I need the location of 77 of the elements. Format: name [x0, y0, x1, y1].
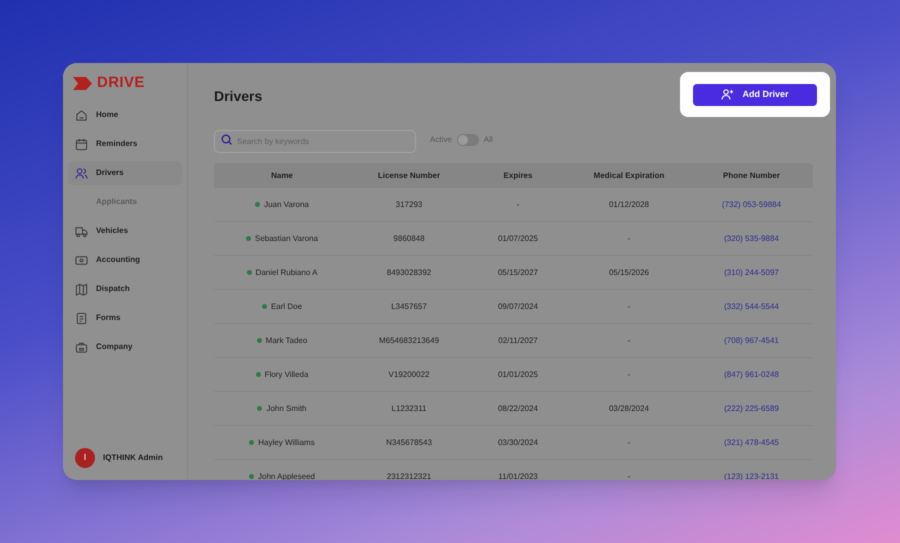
filter-label: All: [484, 134, 493, 146]
table-cell: 2312312321: [386, 470, 432, 480]
user-name: IQTHINK Admin: [103, 452, 163, 464]
table-cell: 05/15/2027: [498, 266, 538, 278]
table-cell: L1232311: [392, 402, 426, 414]
table-cell: -: [628, 232, 630, 244]
table-cell: -: [628, 368, 630, 380]
table-cell: 9860848: [393, 232, 425, 244]
table-cell: Earl Doe: [270, 300, 302, 312]
map-icon: [75, 282, 88, 296]
table-cell: John Appleseed: [258, 470, 315, 480]
calendar-icon: [75, 138, 88, 150]
table-cell: -: [628, 334, 630, 346]
page-title: Drivers: [214, 87, 262, 106]
table-cell: V19200022: [388, 368, 430, 380]
table-cell: 08/22/2024: [498, 402, 538, 414]
table-cell: N345678543: [386, 436, 432, 448]
add-driver-button[interactable]: Add Driver: [693, 84, 817, 106]
table-cell: 11/01/2023: [498, 470, 538, 480]
toggle-switch[interactable]: [456, 134, 479, 146]
table-cell: 02/11/2027: [498, 334, 538, 346]
table-cell: M654683213649: [378, 334, 440, 346]
filter-label: Active: [430, 134, 452, 146]
sidebar-item[interactable]: Vehicles: [68, 219, 182, 243]
table-cell: 317293: [396, 198, 422, 210]
phone-link[interactable]: (310) 244-5097: [724, 266, 779, 278]
phone-link[interactable]: (708) 967-4541: [724, 334, 779, 346]
user-avatar[interactable]: I: [75, 448, 95, 468]
table-cell: Hayley Williams: [258, 436, 315, 448]
table-cell: 8493028392: [386, 266, 432, 278]
table-cell: 01/07/2025: [498, 232, 538, 244]
table-cell: John Smith: [266, 402, 307, 414]
table-cell: 09/07/2024: [498, 300, 538, 312]
banknote-icon: [75, 254, 88, 266]
phone-link[interactable]: (222) 225-6589: [724, 402, 779, 414]
table-cell: 03/30/2024: [498, 436, 538, 448]
table-cell: 01/12/2028: [608, 198, 650, 210]
sidebar-item[interactable]: Dispatch: [68, 277, 182, 301]
column-header: Medical Expiration: [592, 170, 666, 182]
logo-text: DRIVE: [97, 73, 145, 94]
phone-link[interactable]: (123) 123-2131: [724, 470, 779, 480]
sidebar-item[interactable]: Accounting: [68, 248, 182, 272]
table-cell: 05/15/2026: [608, 266, 650, 278]
briefcase-icon: [75, 340, 88, 354]
home-icon: [75, 108, 88, 122]
sidebar-item[interactable]: Reminders: [68, 132, 182, 156]
sidebar-item[interactable]: Forms: [68, 306, 182, 330]
sidebar-item[interactable]: Drivers: [68, 161, 182, 185]
table-cell: Daniel Rubiano A: [256, 266, 318, 278]
sidebar-item[interactable]: Home: [68, 103, 182, 127]
add-user-icon: [721, 89, 734, 100]
phone-link[interactable]: (847) 961-0248: [724, 368, 779, 380]
phone-link[interactable]: (320) 535-9884: [724, 232, 779, 244]
table-cell: Flory Villeda: [264, 368, 308, 380]
column-header: Phone Number: [722, 170, 781, 182]
column-header: Expires: [502, 170, 534, 182]
users-icon: [75, 166, 88, 180]
phone-link[interactable]: (332) 544-5544: [724, 300, 779, 312]
table-cell: Juan Varona: [264, 198, 309, 210]
logo-icon: [73, 77, 93, 90]
table-cell: -: [628, 470, 630, 480]
table-cell: -: [628, 436, 630, 448]
column-header: Name: [270, 170, 294, 182]
sidebar-item[interactable]: Company: [68, 335, 182, 359]
table-cell: 03/28/2024: [608, 402, 650, 414]
phone-link[interactable]: (732) 053-59884: [722, 198, 782, 210]
table-cell: Mark Tadeo: [266, 334, 308, 346]
truck-icon: [75, 224, 88, 238]
table-cell: -: [516, 198, 520, 210]
table-cell: L3457657: [391, 300, 427, 312]
column-header: License Number: [376, 170, 442, 182]
table-cell: 01/01/2025: [498, 368, 538, 380]
search-icon: [221, 134, 232, 145]
table-cell: Sebastian Varona: [254, 232, 318, 244]
table-cell: -: [628, 300, 630, 312]
document-icon: [75, 312, 88, 324]
phone-link[interactable]: (321) 478-4545: [724, 436, 779, 448]
